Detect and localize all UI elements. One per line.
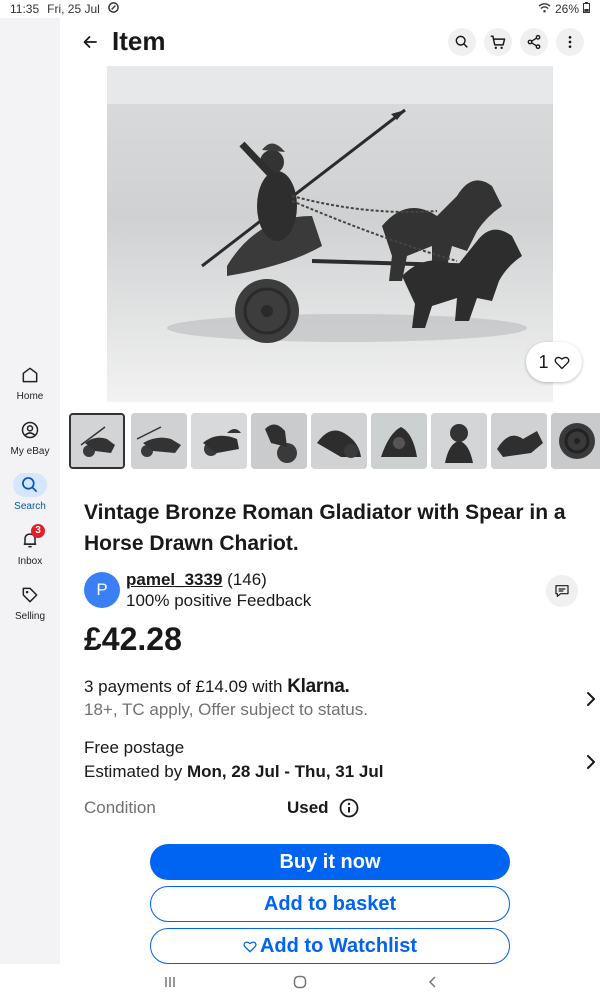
chevron-right-icon — [587, 755, 595, 769]
item-page: Item 1 Vintage Bronze Roman Gladiator wi… — [60, 18, 600, 964]
condition-row: Condition Used — [84, 798, 564, 822]
payment-text: 3 payments of £14.09 with — [84, 677, 283, 696]
sidebar-item-label: Search — [14, 501, 46, 512]
home-nav-button[interactable] — [293, 975, 307, 994]
cart-icon — [490, 35, 506, 49]
watchlist-label: Add to Watchlist — [259, 934, 418, 957]
inbox-badge: 3 — [31, 524, 45, 538]
recent-apps-icon — [165, 977, 175, 987]
top-bar: Item — [60, 18, 600, 66]
main-item-image[interactable] — [107, 66, 553, 402]
arrow-left-icon — [83, 36, 97, 48]
thumbnail[interactable] — [371, 413, 427, 469]
recent-apps-button[interactable] — [163, 975, 177, 994]
watch-count-button[interactable]: 1 — [526, 342, 582, 382]
sidebar: Home My eBay Search 3 Inbox Selling — [0, 18, 60, 964]
seller-info[interactable]: P pamel_3339 (146) 100% positive Feedbac… — [84, 570, 584, 614]
status-bar: 11:35 Fri, 25 Jul 26% — [0, 0, 600, 18]
bell-icon: 3 — [13, 524, 47, 552]
sidebar-item-label: My eBay — [10, 446, 50, 457]
chevron-left-icon — [428, 976, 436, 988]
sidebar-item-selling[interactable]: Selling — [0, 583, 60, 622]
thumbnail[interactable] — [431, 413, 487, 469]
battery-level: 26% — [554, 2, 579, 16]
postage-label: Free postage — [84, 738, 185, 757]
thumbnail[interactable] — [69, 413, 125, 469]
share-button[interactable] — [520, 28, 548, 56]
user-icon — [13, 418, 47, 442]
chariot-photo — [107, 66, 553, 402]
contact-seller-button[interactable] — [546, 575, 578, 607]
sidebar-item-label: Inbox — [17, 556, 43, 567]
seller-avatar: P — [84, 572, 120, 608]
buy-it-now-button[interactable]: Buy it now — [150, 844, 510, 880]
thumbnail[interactable] — [551, 413, 600, 469]
status-time: 11:35 — [10, 2, 40, 16]
seller-feedback: 100% positive Feedback — [126, 591, 312, 610]
system-nav-bar — [0, 964, 600, 1000]
sidebar-item-inbox[interactable]: 3 Inbox — [0, 524, 60, 567]
page-title: Item — [112, 26, 166, 56]
more-vertical-icon — [568, 36, 572, 48]
add-to-basket-button[interactable]: Add to basket — [150, 886, 510, 922]
back-nav-button[interactable] — [426, 975, 440, 994]
payment-options-row[interactable]: 3 payments of £14.09 with Klarna. 18+, T… — [84, 676, 595, 722]
back-button[interactable] — [78, 30, 102, 54]
info-icon[interactable] — [339, 798, 359, 823]
sidebar-item-label: Home — [16, 391, 44, 402]
search-icon — [455, 35, 468, 48]
thumbnail[interactable] — [251, 413, 307, 469]
heart-icon — [554, 356, 569, 369]
delivery-estimate: Estimated by Mon, 28 Jul - Thu, 31 Jul — [84, 762, 584, 782]
thumbnail-strip — [69, 413, 600, 469]
home-circle-icon — [293, 975, 307, 989]
payment-note: 18+, TC apply, Offer subject to status. — [84, 700, 368, 719]
item-price: £42.28 — [84, 621, 182, 657]
watch-count: 1 — [538, 351, 549, 372]
payment-line: 3 payments of £14.09 with Klarna. — [84, 676, 584, 698]
message-icon — [555, 585, 569, 597]
battery-icon — [583, 2, 590, 16]
chevron-right-icon — [587, 692, 595, 706]
klarna-logo: Klarna. — [287, 676, 350, 697]
sidebar-item-search[interactable]: Search — [0, 473, 60, 512]
estimate-dates: Mon, 28 Jul - Thu, 31 Jul — [187, 762, 384, 781]
thumbnail[interactable] — [311, 413, 367, 469]
thumbnail[interactable] — [491, 413, 547, 469]
share-icon — [527, 34, 541, 50]
search-button[interactable] — [448, 28, 476, 56]
seller-score: (146) — [227, 570, 267, 589]
postage-row[interactable]: Free postage Estimated by Mon, 28 Jul - … — [84, 738, 595, 786]
seller-name-line: pamel_3339 (146) — [126, 570, 267, 590]
more-button[interactable] — [556, 28, 584, 56]
tag-icon — [13, 583, 47, 607]
heart-icon — [243, 940, 257, 952]
thumbnail[interactable] — [191, 413, 247, 469]
seller-username[interactable]: pamel_3339 — [126, 570, 222, 589]
sidebar-item-label: Selling — [14, 611, 46, 622]
cart-button[interactable] — [484, 28, 512, 56]
sidebar-item-home[interactable]: Home — [0, 363, 60, 402]
add-to-watchlist-button[interactable]: Add to Watchlist — [150, 928, 510, 964]
estimate-prefix: Estimated by — [84, 762, 183, 781]
condition-label: Condition — [84, 798, 156, 817]
sidebar-item-my-ebay[interactable]: My eBay — [0, 418, 60, 457]
status-date: Fri, 25 Jul — [47, 2, 100, 16]
notification-icon — [108, 2, 119, 16]
wifi-icon — [538, 2, 551, 16]
home-icon — [13, 363, 47, 387]
thumbnail[interactable] — [131, 413, 187, 469]
item-title: Vintage Bronze Roman Gladiator with Spea… — [84, 501, 566, 555]
condition-value: Used — [287, 798, 329, 817]
search-icon — [13, 473, 47, 497]
